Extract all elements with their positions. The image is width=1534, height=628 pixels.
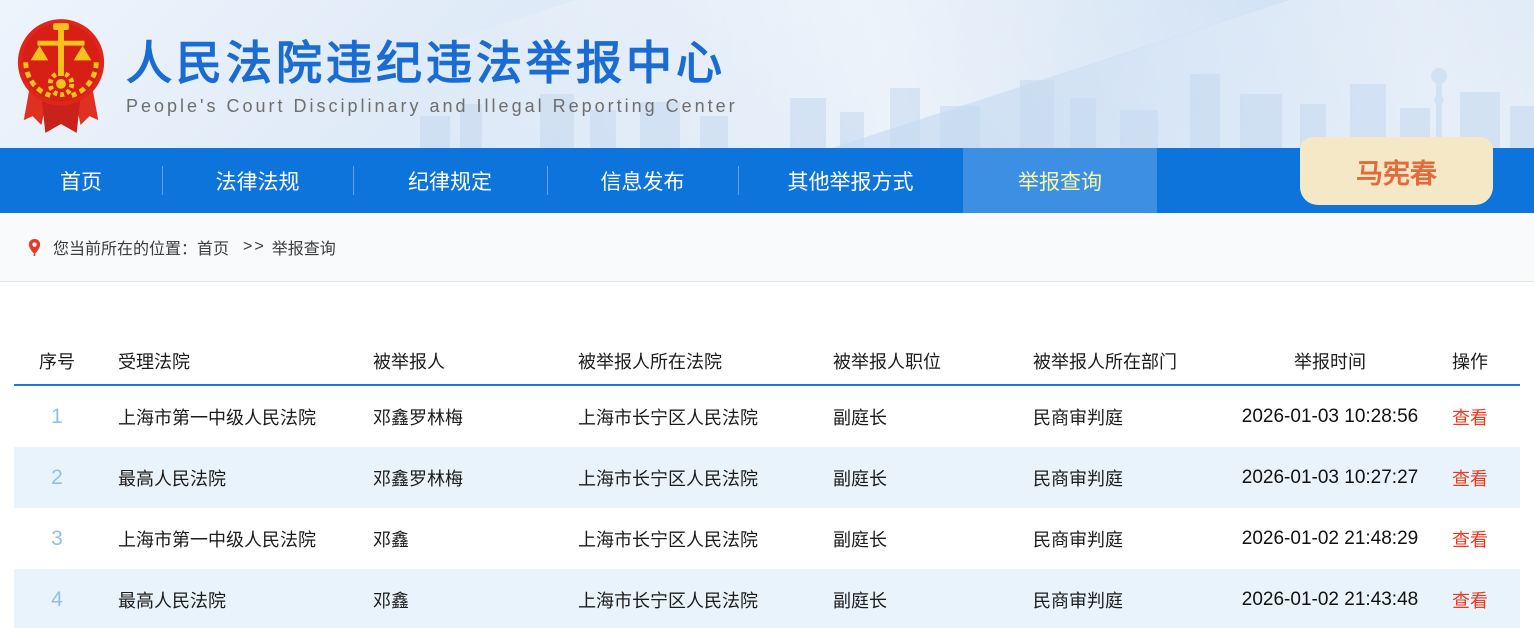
cell-reported-court: 上海市长宁区人民法院 [560,465,815,491]
header-banner: 人民法院违纪违法举报中心 People's Court Disciplinary… [0,0,1534,148]
cell-action: 查看 [1420,465,1520,491]
table-header-row: 序号 受理法院 被举报人 被举报人所在法院 被举报人职位 被举报人所在部门 举报… [14,338,1520,386]
table-row: 1上海市第一中级人民法院邓鑫罗林梅上海市长宁区人民法院副庭长民商审判庭2026-… [14,386,1520,447]
cell-reported-person: 邓鑫 [355,587,560,613]
cell-seq: 3 [14,527,100,551]
breadcrumb: 您当前所在的位置： 首页 >> 举报查询 [0,213,1534,282]
site-title: 人民法院违纪违法举报中心 [126,37,738,90]
col-header-reported-person: 被举报人 [355,348,560,374]
cell-reported-person: 邓鑫罗林梅 [355,465,560,491]
cell-department: 民商审判庭 [1015,526,1240,552]
cell-department: 民商审判庭 [1015,404,1240,430]
cell-accepting-court: 最高人民法院 [100,465,355,491]
cell-reported-person: 邓鑫 [355,526,560,552]
cell-position: 副庭长 [815,465,1015,491]
cell-report-time: 2026-01-02 21:48:29 [1240,528,1420,550]
nav-item-info[interactable]: 信息发布 [547,148,738,213]
cell-accepting-court: 最高人民法院 [100,587,355,613]
cell-position: 副庭长 [815,526,1015,552]
table-row: 3上海市第一中级人民法院邓鑫上海市长宁区人民法院副庭长民商审判庭2026-01-… [14,508,1520,569]
cell-action: 查看 [1420,587,1520,613]
cell-accepting-court: 上海市第一中级人民法院 [100,526,355,552]
cell-reported-court: 上海市长宁区人民法院 [560,587,815,613]
view-link[interactable]: 查看 [1452,591,1488,611]
col-header-department: 被举报人所在部门 [1015,348,1240,374]
main-nav: 首页 法律法规 纪律规定 信息发布 其他举报方式 举报查询 马宪春 [0,148,1534,213]
cell-department: 民商审判庭 [1015,587,1240,613]
table-row: 4最高人民法院邓鑫上海市长宁区人民法院副庭长民商审判庭2026-01-02 21… [14,569,1520,628]
user-badge[interactable]: 马宪春 [1300,137,1493,205]
cell-seq: 2 [14,466,100,490]
col-header-report-time: 举报时间 [1240,348,1420,374]
col-header-action: 操作 [1420,348,1520,374]
location-pin-icon [26,237,43,258]
cell-reported-court: 上海市长宁区人民法院 [560,404,815,430]
view-link[interactable]: 查看 [1452,530,1488,550]
view-link[interactable]: 查看 [1452,469,1488,489]
nav-item-home[interactable]: 首页 [0,148,162,213]
breadcrumb-prefix: 您当前所在的位置： [53,235,197,259]
cell-seq: 4 [14,588,100,612]
nav-item-laws[interactable]: 法律法规 [162,148,353,213]
cell-report-time: 2026-01-03 10:28:56 [1240,406,1420,428]
cell-reported-court: 上海市长宁区人民法院 [560,526,815,552]
court-emblem-logo [12,12,110,140]
site-subtitle: People's Court Disciplinary and Illegal … [126,96,738,117]
nav-item-discipline[interactable]: 纪律规定 [353,148,547,213]
breadcrumb-current: 举报查询 [272,235,336,259]
breadcrumb-home-link[interactable]: 首页 [197,235,229,259]
nav-item-report-query[interactable]: 举报查询 [963,148,1157,213]
cell-action: 查看 [1420,404,1520,430]
col-header-seq: 序号 [14,348,100,374]
cell-seq: 1 [14,405,100,429]
cell-report-time: 2026-01-02 21:43:48 [1240,589,1420,611]
breadcrumb-separator: >> [243,238,266,256]
cell-department: 民商审判庭 [1015,465,1240,491]
table-row: 2最高人民法院邓鑫罗林梅上海市长宁区人民法院副庭长民商审判庭2026-01-03… [14,447,1520,508]
col-header-position: 被举报人职位 [815,348,1015,374]
table-body: 1上海市第一中级人民法院邓鑫罗林梅上海市长宁区人民法院副庭长民商审判庭2026-… [14,386,1520,628]
cell-reported-person: 邓鑫罗林梅 [355,404,560,430]
cell-position: 副庭长 [815,404,1015,430]
cell-action: 查看 [1420,526,1520,552]
col-header-reported-court: 被举报人所在法院 [560,348,815,374]
col-header-accepting-court: 受理法院 [100,348,355,374]
cell-report-time: 2026-01-03 10:27:27 [1240,467,1420,489]
cell-accepting-court: 上海市第一中级人民法院 [100,404,355,430]
nav-item-other-methods[interactable]: 其他举报方式 [738,148,963,213]
report-table: 序号 受理法院 被举报人 被举报人所在法院 被举报人职位 被举报人所在部门 举报… [14,338,1520,628]
cell-position: 副庭长 [815,587,1015,613]
view-link[interactable]: 查看 [1452,408,1488,428]
